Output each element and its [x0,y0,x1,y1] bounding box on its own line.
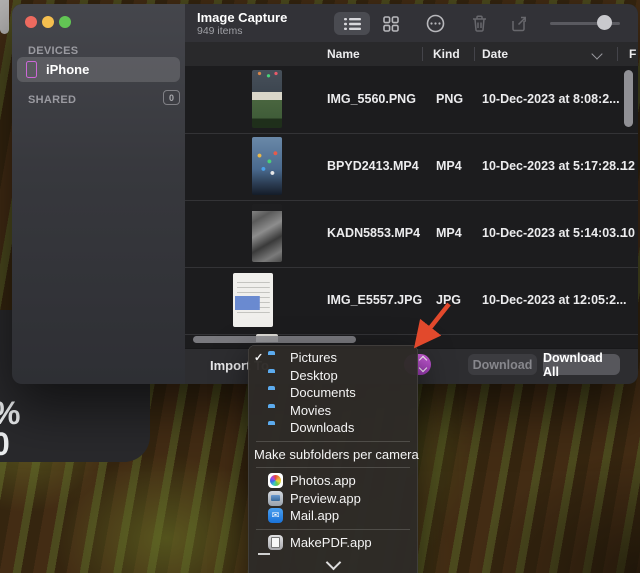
download-button[interactable]: Download [468,354,537,375]
scroll-more-chevron-down-icon[interactable] [325,555,341,571]
table-row[interactable]: BPYD2413.MP4 MP4 10-Dec-2023 at 5:17:28.… [185,133,638,201]
import-destination-menu: ✓ Pictures Desktop Documents Movies Down… [248,345,418,573]
preview-app-icon [268,491,283,506]
file-date: 10-Dec-2023 at 5:17:28... [482,159,627,173]
menu-item-mail-app[interactable]: ✉ Mail.app [248,507,418,525]
list-view-button[interactable] [334,12,370,35]
menu-item-downloads[interactable]: Downloads [248,419,418,437]
grid-view-button[interactable] [379,12,403,35]
menu-separator [256,441,410,442]
file-date: 10-Dec-2023 at 12:05:2... [482,293,627,307]
shared-section-label: SHARED [28,94,76,106]
background-window-sliver [0,0,9,34]
file-name: KADN5853.MP4 [327,226,420,240]
horizontal-scrollbar[interactable] [193,336,356,343]
menu-item-partial [258,553,270,555]
file-size: 12 [621,159,635,173]
grid-view-icon [383,16,399,32]
export-button[interactable] [507,12,531,35]
download-all-button[interactable]: Download All [543,354,620,375]
table-row[interactable]: KADN5853.MP4 MP4 10-Dec-2023 at 5:14:03.… [185,200,638,268]
menu-item-make-subfolders[interactable]: Make subfolders per camera [248,446,418,464]
menu-item-desktop[interactable]: Desktop [248,367,418,385]
column-header-name[interactable]: Name [327,47,360,61]
column-header-size[interactable]: F [629,47,636,61]
file-kind: MP4 [436,226,462,240]
file-thumbnail [233,273,273,327]
column-header-date[interactable]: Date [482,47,508,61]
page-title: Image Capture [197,10,287,25]
file-name: BPYD2413.MP4 [327,159,419,173]
menu-item-preview-app[interactable]: Preview.app [248,490,418,508]
table-header: Name Kind Date F [185,42,638,67]
column-divider [617,47,618,61]
menu-separator [256,467,410,468]
menu-item-makepdf-app[interactable]: MakePDF.app [248,534,418,552]
table-row[interactable]: IMG_E5557.JPG JPG 10-Dec-2023 at 12:05:2… [185,267,638,335]
menu-item-movies[interactable]: Movies [248,402,418,420]
shared-count-badge: 0 [163,90,180,105]
photos-app-icon [268,473,283,488]
iphone-icon [26,61,37,78]
file-thumbnail [252,70,282,128]
item-count-label: 949 items [197,25,243,37]
popup-chevrons-icon [420,357,426,371]
makepdf-app-icon [268,535,283,550]
checkmark-icon: ✓ [254,351,268,364]
sidebar-item-iphone[interactable]: iPhone [17,57,180,82]
file-list: IMG_5560.PNG PNG 10-Dec-2023 at 8:08:2..… [185,66,638,348]
file-kind: JPG [436,293,461,307]
mail-app-icon: ✉ [268,508,283,523]
window-header: Image Capture 949 items [185,4,638,43]
ellipsis-circle-icon [426,14,445,33]
file-name: IMG_E5557.JPG [327,293,422,307]
column-divider [422,47,423,61]
main-pane: Image Capture 949 items [185,4,638,384]
column-header-kind[interactable]: Kind [433,47,460,61]
zoom-window-button[interactable] [59,16,71,28]
background-window-partial-text: % 0 [0,398,20,460]
export-icon [511,15,528,32]
more-options-button[interactable] [423,12,447,35]
sort-chevron-down-icon[interactable] [591,48,602,59]
close-window-button[interactable] [25,16,37,28]
devices-section-label: DEVICES [28,45,78,57]
file-thumbnail [252,137,282,195]
menu-item-pictures[interactable]: ✓ Pictures [248,349,418,367]
file-size: 10 [621,226,635,240]
list-view-icon [344,17,361,31]
file-date: 10-Dec-2023 at 8:08:2... [482,92,620,106]
delete-button[interactable] [467,12,491,35]
file-thumbnail [252,204,282,262]
thumbnail-size-slider-thumb[interactable] [597,15,612,30]
screen: % 0 DEVICES iPhone SHARED 0 Image Captur… [0,0,640,573]
column-divider [474,47,475,61]
file-name: IMG_5560.PNG [327,92,416,106]
table-row[interactable]: IMG_5560.PNG PNG 10-Dec-2023 at 8:08:2..… [185,66,638,134]
menu-separator [256,529,410,530]
menu-item-photos-app[interactable]: Photos.app [248,472,418,490]
file-kind: MP4 [436,159,462,173]
menu-item-documents[interactable]: Documents [248,384,418,402]
trash-icon [472,15,487,32]
file-date: 10-Dec-2023 at 5:14:03... [482,226,627,240]
sidebar: DEVICES iPhone SHARED 0 [12,4,186,384]
vertical-scrollbar[interactable] [624,70,633,127]
device-name-label: iPhone [46,62,89,77]
file-kind: PNG [436,92,463,106]
minimize-window-button[interactable] [42,16,54,28]
image-capture-window: DEVICES iPhone SHARED 0 Image Capture 94… [12,4,638,384]
